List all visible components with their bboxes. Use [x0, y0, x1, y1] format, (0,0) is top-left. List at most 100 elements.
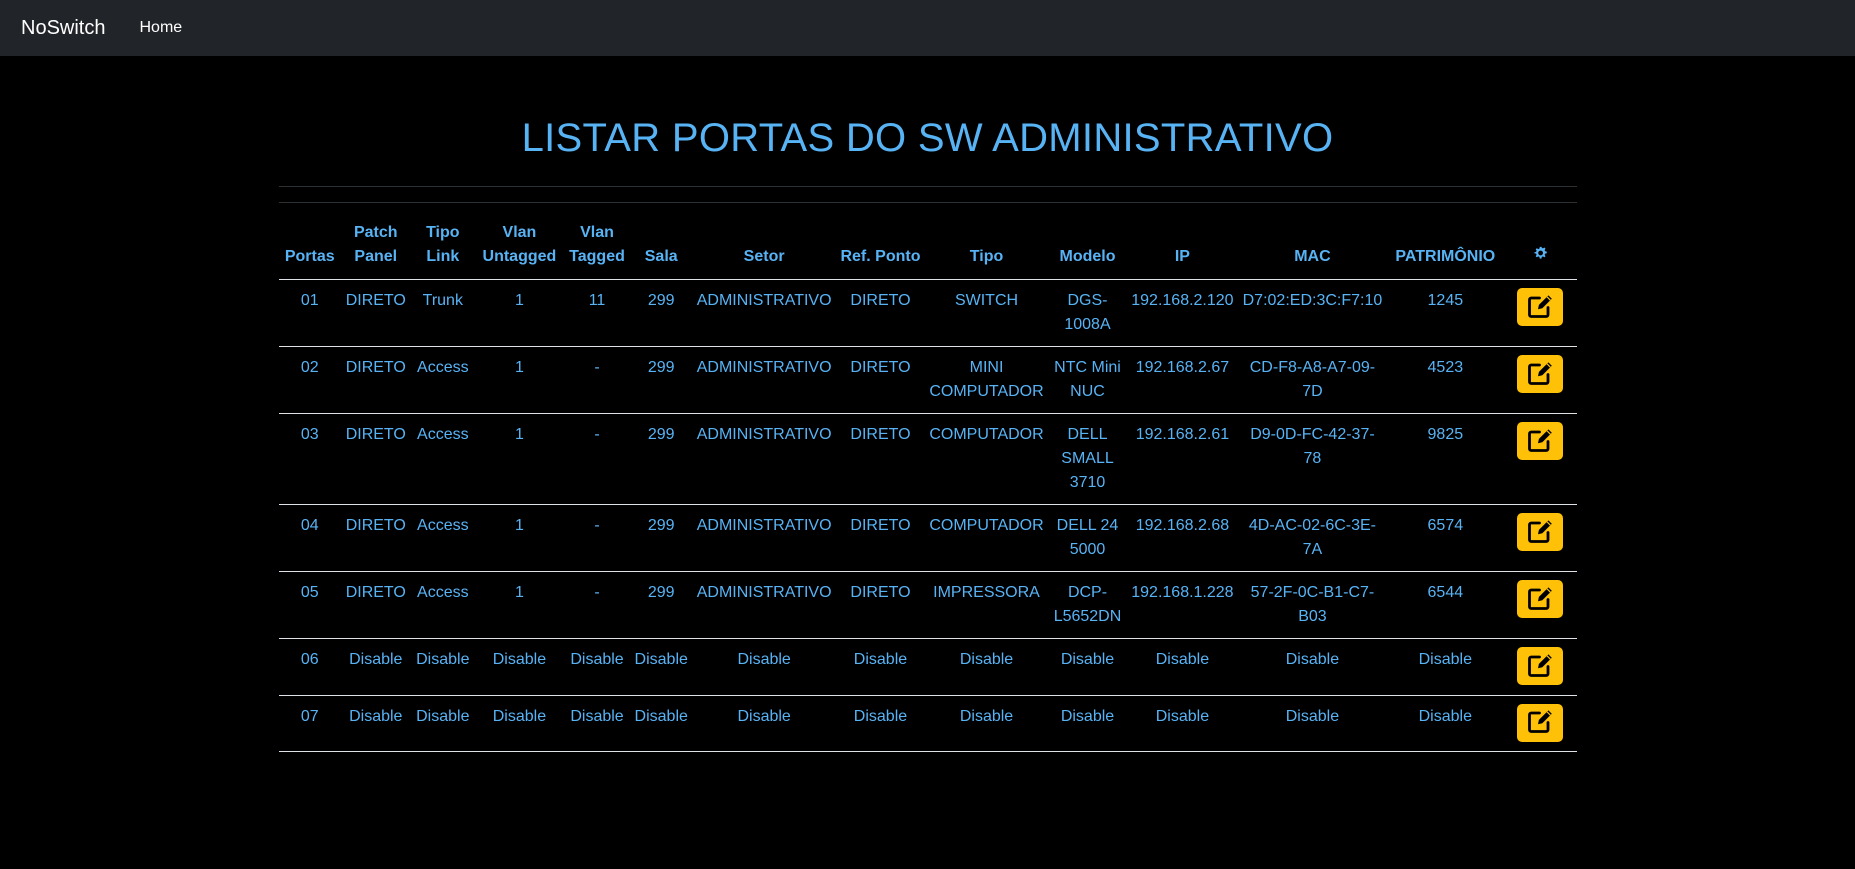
table-cell: Disable	[416, 651, 470, 668]
table-cell: DIRETO	[345, 359, 406, 376]
edit-button[interactable]	[1517, 355, 1564, 393]
table-cell: Disable	[853, 707, 908, 725]
table-header-row: Portas Patch Panel Tipo Link Vlan Untagged V…	[278, 212, 1577, 280]
edit-button[interactable]	[1517, 513, 1564, 551]
table-cell: Disable	[1418, 707, 1472, 725]
action-cell	[1504, 572, 1577, 639]
table-cell: ADMINISTRATIVO	[696, 426, 832, 443]
table-cell: CD-F8-A8-A7-09-7D	[1249, 359, 1376, 400]
table-cell: 4523	[1427, 359, 1464, 376]
edit-button[interactable]	[1517, 647, 1564, 685]
table-cell: 4D-AC-02-6C-3E-7A	[1248, 517, 1376, 558]
table-cell: Disable	[416, 707, 470, 725]
column-header: Modelo	[1059, 248, 1116, 265]
edit-button[interactable]	[1517, 288, 1564, 326]
table-cell: Access	[417, 359, 469, 376]
table-cell: 03	[300, 426, 319, 443]
table-cell: 06	[300, 651, 319, 668]
table-cell: Disable	[737, 707, 791, 725]
table-cell: 299	[647, 517, 675, 534]
divider	[278, 202, 1577, 203]
edit-button[interactable]	[1517, 580, 1564, 618]
table-cell: 05	[300, 584, 319, 601]
table-cell: 1	[514, 584, 524, 601]
table-cell: COMPUTADOR	[929, 426, 1044, 443]
table-cell: D7:02:ED:3C:F7:10	[1242, 292, 1383, 309]
column-header: Setor	[743, 248, 785, 265]
edit-button[interactable]	[1517, 703, 1564, 742]
column-header: Vlan Tagged	[569, 224, 625, 265]
table-cell: Disable	[1060, 707, 1115, 725]
table-cell: -	[594, 584, 600, 601]
table-cell: 299	[647, 584, 675, 601]
table-cell: Disable	[1155, 707, 1210, 725]
table-cell: 1245	[1427, 292, 1464, 309]
main-container: LISTAR PORTAS DO SW ADMINISTRATIVO Porta…	[278, 56, 1577, 752]
edit-icon	[1526, 651, 1554, 682]
table-row: 01 DIRETO Trunk 1 11 299 ADMINISTRATIVO DIRETO S…	[278, 280, 1577, 347]
nav-home-link[interactable]: Home	[139, 19, 182, 37]
table-cell: Disable	[634, 651, 688, 668]
table-cell: 299	[647, 426, 675, 443]
table-cell: 6574	[1427, 517, 1464, 534]
table-row: 02 DIRETO Access 1 - 299 ADMINISTRATIVO DIRETO M…	[278, 347, 1577, 414]
table-row: 05 DIRETO Access 1 - 299 ADMINISTRATIVO DIRETO I…	[278, 572, 1577, 639]
action-cell	[1504, 414, 1577, 505]
action-cell	[1504, 347, 1577, 414]
table-cell: ADMINISTRATIVO	[696, 584, 832, 601]
table-cell: 299	[647, 359, 675, 376]
table-cell: Trunk	[422, 292, 463, 309]
brand-logo[interactable]: NoSwitch	[21, 17, 105, 40]
table-cell: SWITCH	[954, 292, 1019, 309]
table-cell: 57-2F-0C-B1-C7-B03	[1250, 584, 1375, 625]
table-cell: 02	[300, 359, 319, 376]
edit-icon	[1526, 359, 1554, 390]
column-header: MAC	[1294, 248, 1331, 265]
table-cell: Disable	[1060, 651, 1115, 668]
table-cell: Disable	[634, 707, 688, 725]
table-cell: 04	[300, 517, 319, 534]
table-row: 06 Disable Disable Disable Disable Disable Dis…	[278, 639, 1577, 696]
table-cell: ADMINISTRATIVO	[696, 359, 832, 376]
table-cell: NTC Mini NUC	[1054, 359, 1121, 400]
table-cell: DELL SMALL 3710	[1061, 426, 1114, 491]
divider	[278, 186, 1577, 187]
table-cell: Disable	[959, 707, 1014, 725]
table-row: 04 DIRETO Access 1 - 299 ADMINISTRATIVO DIRETO C…	[278, 505, 1577, 572]
table-cell: 1	[514, 517, 524, 534]
table-cell: DIRETO	[345, 584, 406, 601]
column-header: Vlan Untagged	[482, 224, 557, 265]
table-cell: DCP-L5652DN	[1053, 584, 1122, 625]
column-header: Ref. Ponto	[840, 248, 921, 265]
table-cell: Disable	[570, 651, 624, 668]
action-cell	[1504, 639, 1577, 696]
table-cell: DIRETO	[850, 359, 911, 376]
table-cell: 01	[300, 292, 319, 309]
table-cell: Access	[417, 426, 469, 443]
edit-button[interactable]	[1517, 422, 1564, 460]
table-cell: Access	[417, 517, 469, 534]
table-cell: 192.168.1.228	[1131, 584, 1234, 601]
table-cell: 1	[514, 359, 524, 376]
table-cell: Disable	[737, 651, 791, 668]
table-cell: -	[594, 517, 600, 534]
column-header: Sala	[644, 248, 678, 265]
table-cell: -	[594, 426, 600, 443]
ports-table: Portas Patch Panel Tipo Link Vlan Untagged V…	[278, 212, 1577, 752]
table-cell: DIRETO	[850, 517, 911, 534]
column-header: IP	[1174, 248, 1190, 265]
table-cell: DIRETO	[850, 426, 911, 443]
table-cell: DIRETO	[345, 426, 406, 443]
table-cell: -	[594, 359, 600, 376]
table-cell: ADMINISTRATIVO	[696, 292, 832, 309]
column-header: Portas	[284, 248, 335, 265]
action-cell	[1504, 505, 1577, 572]
table-cell: 1	[514, 426, 524, 443]
table-row: 07 Disable Disable Disable Disable Disable Dis…	[278, 695, 1577, 752]
table-cell: 192.168.2.67	[1135, 359, 1230, 376]
table-row: 03 DIRETO Access 1 - 299 ADMINISTRATIVO DIRETO C…	[278, 414, 1577, 505]
table-cell: Disable	[1155, 651, 1210, 668]
edit-icon	[1526, 517, 1554, 548]
table-cell: 1	[514, 292, 524, 309]
table-cell: DELL 24 5000	[1056, 517, 1119, 558]
